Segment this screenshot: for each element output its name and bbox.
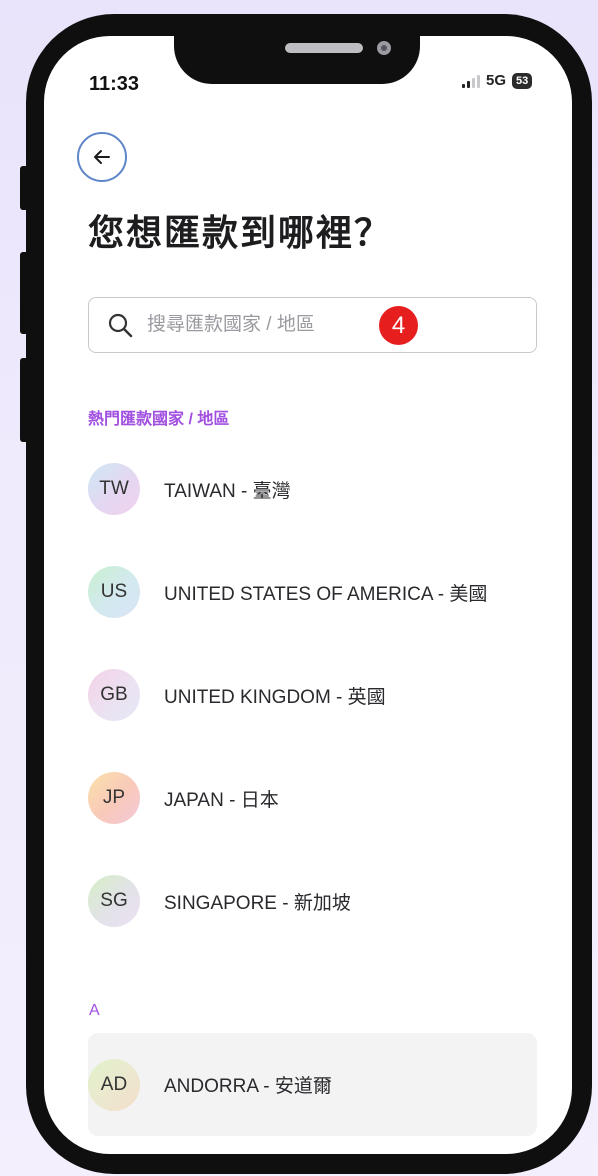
country-avatar: TW bbox=[88, 463, 140, 515]
side-button bbox=[20, 166, 30, 210]
country-item-tw[interactable]: TW TAIWAN - 臺灣 bbox=[88, 453, 537, 525]
country-name: ANDORRA - 安道爾 bbox=[164, 1076, 332, 1097]
section-label-popular: 熱門匯款國家 / 地區 bbox=[88, 411, 230, 428]
search-input[interactable] bbox=[145, 313, 379, 337]
side-button bbox=[20, 252, 30, 334]
country-avatar: JP bbox=[88, 772, 140, 824]
country-name: TAIWAN - 臺灣 bbox=[164, 480, 291, 502]
country-item-ad[interactable]: AD ANDORRA - 安道爾 bbox=[88, 1033, 537, 1136]
country-item-sg[interactable]: SG SINGAPORE - 新加坡 bbox=[88, 865, 537, 937]
search-box[interactable] bbox=[88, 297, 537, 353]
country-name: SINGAPORE - 新加坡 bbox=[164, 892, 351, 914]
back-button[interactable] bbox=[77, 132, 127, 182]
section-label-a: A bbox=[89, 1002, 100, 1019]
country-item-us[interactable]: US UNITED STATES OF AMERICA - 美國 bbox=[88, 556, 537, 628]
country-name: UNITED STATES OF AMERICA - 美國 bbox=[164, 583, 488, 605]
country-item-jp[interactable]: JP JAPAN - 日本 bbox=[88, 762, 537, 834]
status-indicators: 5G 53 bbox=[462, 72, 533, 89]
country-avatar: AD bbox=[88, 1058, 140, 1111]
country-avatar: SG bbox=[88, 875, 140, 927]
arrow-left-icon bbox=[94, 150, 110, 164]
country-avatar: US bbox=[88, 566, 140, 618]
front-camera bbox=[377, 41, 391, 55]
speaker bbox=[285, 43, 363, 53]
step-badge: 4 bbox=[379, 306, 418, 345]
country-avatar: GB bbox=[88, 669, 140, 721]
search-icon bbox=[108, 313, 133, 338]
country-name: UNITED KINGDOM - 英國 bbox=[164, 686, 386, 708]
page-title: 您想匯款到哪裡？ bbox=[88, 212, 393, 253]
battery-icon: 53 bbox=[512, 72, 533, 89]
signal-icon bbox=[462, 74, 480, 88]
side-button bbox=[20, 358, 30, 442]
country-item-gb[interactable]: GB UNITED KINGDOM - 英國 bbox=[88, 659, 537, 731]
status-time: 11:33 bbox=[89, 73, 140, 95]
country-name: JAPAN - 日本 bbox=[164, 789, 279, 811]
network-label: 5G bbox=[486, 72, 507, 89]
